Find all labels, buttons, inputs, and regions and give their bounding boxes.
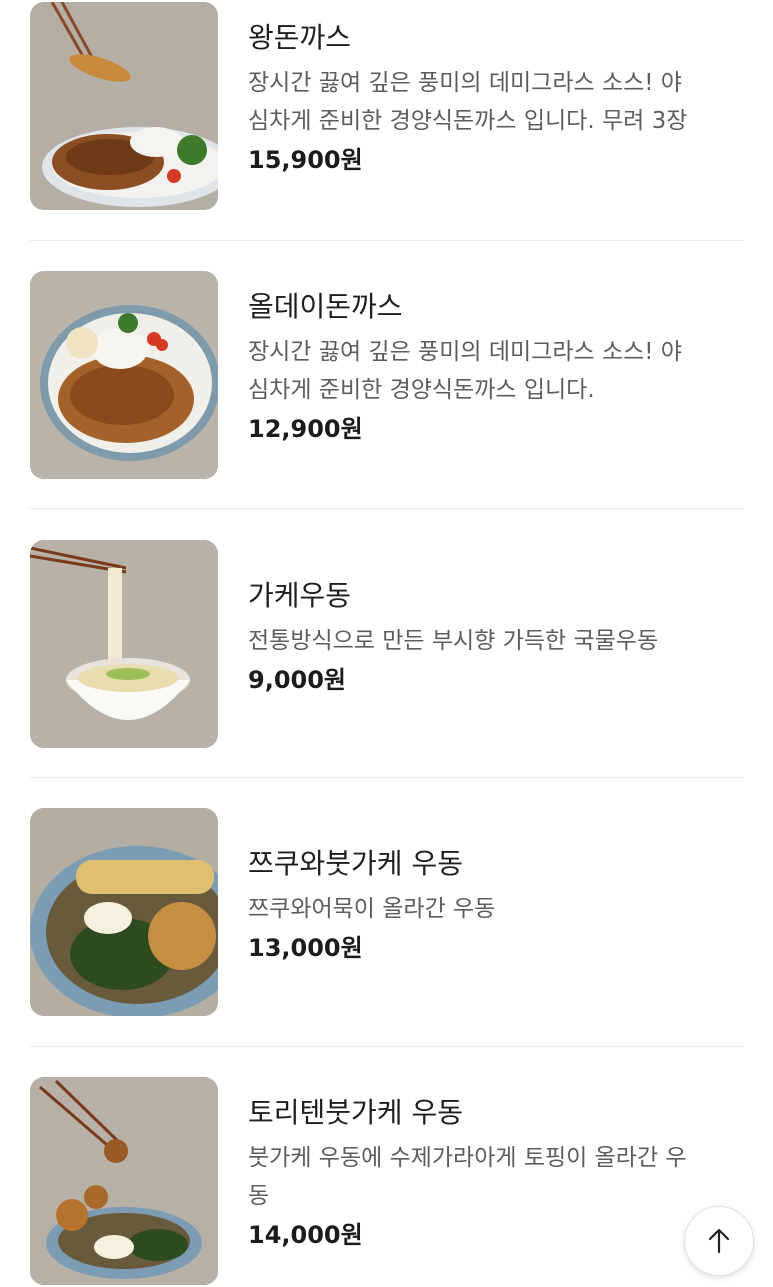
menu-item-name: 토리텐붓가케 우동 [248, 1096, 463, 1129]
description-line: 붓가케 우동에 수제가라아게 토핑이 올라간 우 [248, 1145, 687, 1171]
menu-item-name: 쯔쿠와붓가케 우동 [248, 847, 463, 880]
menu-item-description: 붓가케 우동에 수제가라아게 토핑이 올라간 우 동 [248, 1139, 748, 1215]
menu-item-image [30, 2, 218, 210]
divider [30, 777, 744, 778]
menu-item-info: 토리텐붓가케 우동 붓가케 우동에 수제가라아게 토핑이 올라간 우 동 14,… [248, 1077, 748, 1251]
menu-item-alldaydonkatsu[interactable]: 올데이돈까스 장시간 끓여 깊은 풍미의 데미그라스 소스! 야 심차게 준비한… [30, 271, 744, 479]
description-line: 동 [248, 1183, 270, 1209]
menu-item-info: 가케우동 전통방식으로 만든 부시향 가득한 국물우동 9,000원 [248, 540, 748, 696]
menu-item-name: 올데이돈까스 [248, 290, 403, 323]
menu-item-price: 9,000원 [248, 666, 346, 694]
menu-item-wangdonkatsu[interactable]: 왕돈까스 장시간 끓여 깊은 풍미의 데미그라스 소스! 야 심차게 준비한 경… [30, 2, 744, 210]
description-line: 쯔쿠와어묵이 올라간 우동 [248, 896, 496, 922]
divider [30, 240, 744, 241]
menu-item-toritenbukkakeudon[interactable]: 토리텐붓가케 우동 붓가케 우동에 수제가라아게 토핑이 올라간 우 동 14,… [30, 1077, 744, 1285]
divider [30, 508, 744, 509]
menu-item-image [30, 271, 218, 479]
description-line: 장시간 끓여 깊은 풍미의 데미그라스 소스! 야 [248, 70, 682, 96]
arrow-up-icon [708, 1228, 730, 1254]
menu-item-price: 12,900원 [248, 415, 363, 443]
description-line: 전통방식으로 만든 부시향 가득한 국물우동 [248, 628, 659, 654]
scroll-to-top-button[interactable] [684, 1206, 754, 1276]
description-line: 심차게 준비한 경양식돈까스 입니다. [248, 377, 595, 403]
menu-item-description: 장시간 끓여 깊은 풍미의 데미그라스 소스! 야 심차게 준비한 경양식돈까스… [248, 64, 748, 140]
menu-item-name: 가케우동 [248, 579, 352, 612]
menu-item-info: 쯔쿠와붓가케 우동 쯔쿠와어묵이 올라간 우동 13,000원 [248, 808, 748, 964]
menu-item-image [30, 1077, 218, 1285]
menu-item-price: 13,000원 [248, 934, 363, 962]
menu-item-price: 15,900원 [248, 146, 363, 174]
divider [30, 1046, 744, 1047]
menu-item-description: 쯔쿠와어묵이 올라간 우동 [248, 890, 748, 928]
menu-item-image [30, 808, 218, 1016]
menu-item-info: 왕돈까스 장시간 끓여 깊은 풍미의 데미그라스 소스! 야 심차게 준비한 경… [248, 2, 748, 176]
menu-item-price: 14,000원 [248, 1221, 363, 1249]
menu-item-kakeudon[interactable]: 가케우동 전통방식으로 만든 부시향 가득한 국물우동 9,000원 [30, 540, 744, 748]
menu-item-chikuwabukkakeudon[interactable]: 쯔쿠와붓가케 우동 쯔쿠와어묵이 올라간 우동 13,000원 [30, 808, 744, 1016]
menu-item-name: 왕돈까스 [248, 21, 352, 54]
description-line: 심차게 준비한 경양식돈까스 입니다. 무려 3장 [248, 108, 688, 134]
description-line: 장시간 끓여 깊은 풍미의 데미그라스 소스! 야 [248, 339, 682, 365]
menu-item-description: 전통방식으로 만든 부시향 가득한 국물우동 [248, 622, 748, 660]
menu-item-info: 올데이돈까스 장시간 끓여 깊은 풍미의 데미그라스 소스! 야 심차게 준비한… [248, 271, 748, 445]
menu-item-description: 장시간 끓여 깊은 풍미의 데미그라스 소스! 야 심차게 준비한 경양식돈까스… [248, 333, 748, 409]
menu-item-image [30, 540, 218, 748]
